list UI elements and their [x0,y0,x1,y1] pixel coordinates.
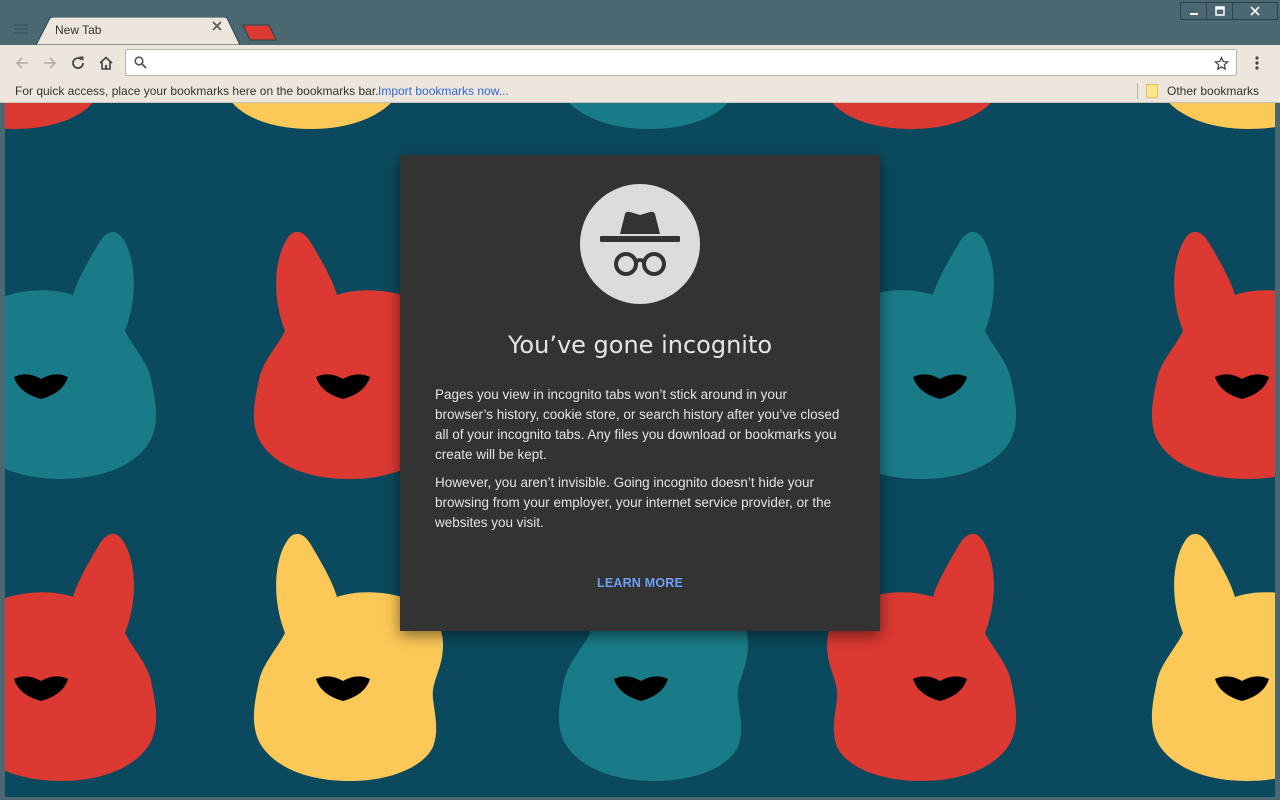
minimize-icon [1189,13,1198,15]
omnibox[interactable] [125,49,1237,76]
learn-more-link[interactable]: LEARN MORE [400,576,880,590]
tab-title: New Tab [55,23,102,37]
minimize-button[interactable] [1180,2,1207,20]
incognito-paragraph-2: However, you aren’t invisible. Going inc… [435,475,832,530]
tab-close-icon[interactable] [212,21,232,41]
window-controls [1180,2,1278,20]
search-icon [134,56,147,74]
reload-button[interactable] [66,51,90,75]
toolbar [0,45,1280,81]
incognito-icon [580,184,700,304]
back-button[interactable] [10,51,34,75]
other-bookmarks-button[interactable]: Other bookmarks [1146,82,1259,100]
close-window-button[interactable] [1232,2,1278,20]
home-button[interactable] [94,51,118,75]
menu-ghost-icon [12,20,30,38]
incognito-title: You’ve gone incognito [507,331,773,359]
new-tab-button[interactable] [242,24,278,42]
bookmarks-separator [1137,83,1138,99]
import-bookmarks-link[interactable]: Import bookmarks now... [378,84,509,98]
bookmarks-bar: For quick access, place your bookmarks h… [0,81,1280,103]
home-icon [99,56,113,70]
folder-icon [1146,84,1158,98]
tab-strip: New Tab [0,0,1280,45]
arrow-right-icon [44,57,57,69]
close-icon [1250,6,1260,16]
arrow-left-icon [15,57,28,69]
incognito-card: You’ve gone incognito Pages you view in … [400,155,880,631]
omnibox-input[interactable] [156,53,1210,74]
more-vert-icon[interactable] [1246,51,1268,75]
other-bookmarks-label: Other bookmarks [1167,84,1260,98]
pattern-row-top [5,103,1275,129]
star-icon[interactable] [1212,54,1230,72]
tab-new-tab[interactable]: New Tab [36,17,240,45]
incognito-page: You’ve gone incognito Pages you view in … [5,103,1275,797]
maximize-icon [1214,6,1225,16]
forward-button[interactable] [38,51,62,75]
incognito-paragraph-1: Pages you view in incognito tabs won’t s… [435,387,840,462]
browser-window: New Tab For quick access, place your boo… [0,0,1280,800]
reload-icon [72,56,84,69]
maximize-button[interactable] [1206,2,1233,20]
bookmarks-hint: For quick access, place your bookmarks h… [15,84,379,98]
